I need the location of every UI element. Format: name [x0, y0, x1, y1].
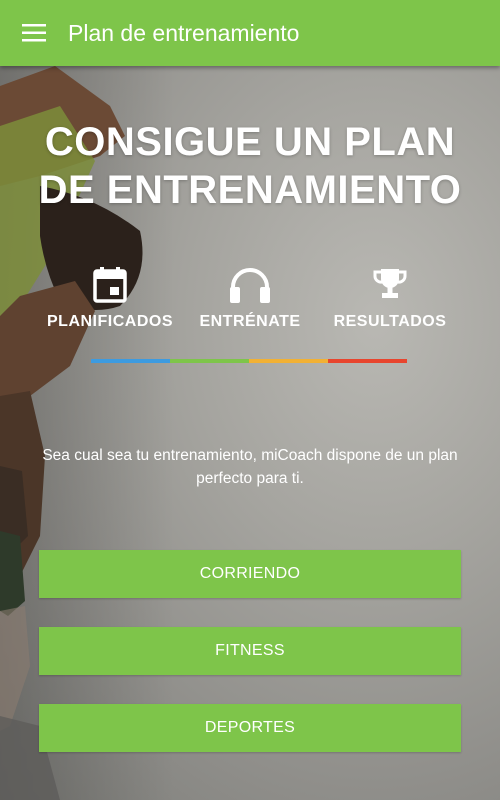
color-segment-green	[170, 359, 249, 363]
feature-train: ENTRÉNATE	[180, 265, 320, 331]
app-bar: Plan de entrenamiento	[0, 0, 500, 66]
sports-button[interactable]: DEPORTES	[39, 704, 461, 752]
fitness-button[interactable]: FITNESS	[39, 627, 461, 675]
color-segment-red	[328, 359, 407, 363]
feature-train-label: ENTRÉNATE	[199, 313, 301, 330]
hero-headline-line-2: DE ENTRENAMIENTO	[38, 168, 462, 212]
headphones-icon	[230, 268, 270, 303]
hero-headline-line-1: CONSIGUE UN PLAN	[44, 120, 456, 164]
feature-list: PLANIFICADOS ENTRÉNATE RESULTADOS	[40, 265, 460, 335]
feature-planned: PLANIFICADOS	[40, 265, 180, 331]
running-button[interactable]: CORRIENDO	[39, 550, 461, 598]
calendar-icon	[93, 267, 127, 303]
color-divider	[91, 359, 407, 363]
menu-button[interactable]	[0, 0, 68, 66]
color-segment-yellow	[249, 359, 328, 363]
feature-results: RESULTADOS	[320, 265, 460, 331]
hamburger-menu-icon	[22, 24, 46, 42]
hero-headline: CONSIGUE UN PLAN DE ENTRENAMIENTO	[0, 118, 500, 214]
feature-results-label: RESULTADOS	[333, 313, 447, 330]
feature-planned-label: PLANIFICADOS	[47, 313, 173, 330]
page-title: Plan de entrenamiento	[68, 19, 300, 46]
description-text: Sea cual sea tu entrenamiento, miCoach d…	[42, 446, 458, 487]
color-segment-blue	[91, 359, 170, 363]
trophy-icon	[373, 269, 407, 298]
